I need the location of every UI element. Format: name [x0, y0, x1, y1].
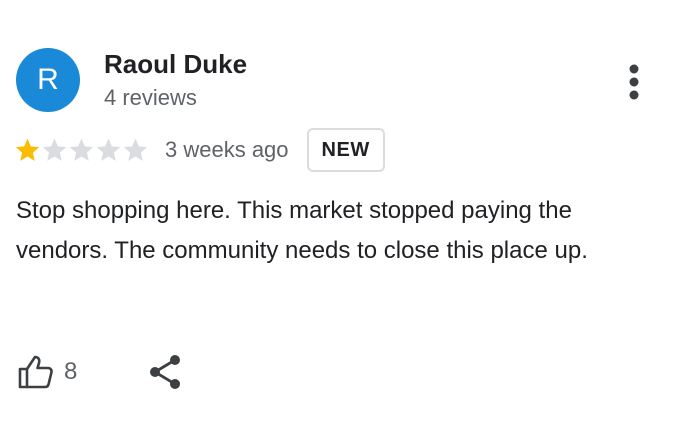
star-filled-icon — [15, 138, 40, 161]
star-empty-icon — [42, 138, 67, 161]
review-date: 3 weeks ago — [165, 137, 289, 162]
star-empty-icon — [96, 138, 121, 161]
like-button[interactable]: 8 — [16, 350, 77, 394]
star-empty-icon — [123, 138, 148, 161]
new-badge: NEW — [306, 128, 385, 172]
star-empty-icon — [69, 138, 94, 161]
review-text: Stop shopping here. This market stopped … — [16, 197, 588, 264]
rating-row: 3 weeks ago NEW — [14, 128, 385, 172]
avatar[interactable]: R — [16, 48, 80, 112]
author-name[interactable]: Raoul Duke — [104, 49, 247, 80]
avatar-initial: R — [37, 63, 59, 96]
more-vert-icon — [629, 64, 639, 100]
like-count: 8 — [64, 358, 78, 385]
star-rating — [14, 137, 149, 163]
author-review-count: 4 reviews — [104, 85, 197, 110]
share-button[interactable] — [146, 352, 184, 392]
thumb-up-icon — [18, 355, 53, 389]
share-icon — [150, 355, 180, 389]
more-options-button[interactable] — [618, 60, 650, 104]
